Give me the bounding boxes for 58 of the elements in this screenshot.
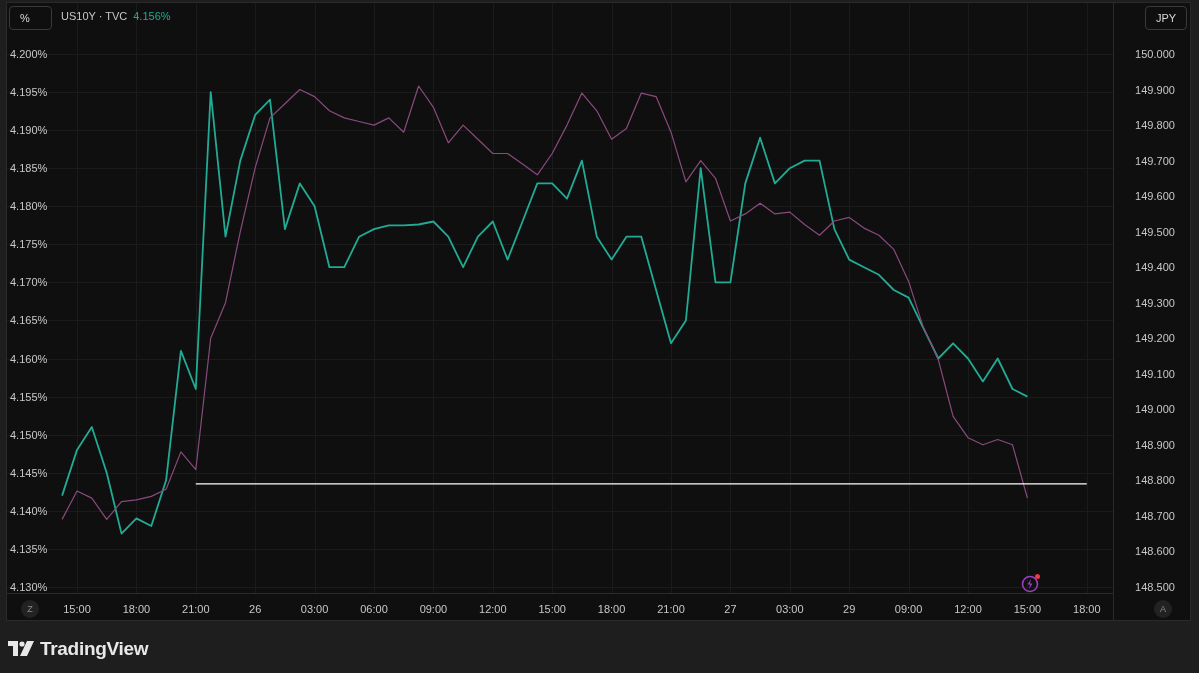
symbol-label: US10Y · TVC xyxy=(61,10,128,22)
lightning-icon[interactable] xyxy=(1021,573,1041,593)
axis-label: 148.500 xyxy=(1135,580,1175,593)
axis-label: 4.200% xyxy=(10,48,48,60)
axis-label: 4.145% xyxy=(10,466,48,479)
axis-label: 03:00 xyxy=(776,603,804,615)
axis-label: 4.175% xyxy=(10,238,48,251)
auto-scale-button[interactable]: A xyxy=(1154,600,1172,618)
axis-label: 148.600 xyxy=(1135,545,1175,558)
axis-label: 149.400 xyxy=(1135,261,1175,274)
axis-label: 4.135% xyxy=(10,542,48,555)
axis-label: 12:00 xyxy=(954,603,982,615)
axis-label: 149.100 xyxy=(1135,367,1175,380)
axis-label: 4.190% xyxy=(10,124,48,137)
axis-label: 149.200 xyxy=(1135,332,1175,345)
axis-label: 4.185% xyxy=(10,162,48,175)
axis-label: 149.300 xyxy=(1135,296,1175,309)
axis-label: 4.195% xyxy=(10,86,48,99)
axis-label: 148.800 xyxy=(1135,474,1175,487)
axis-label: 149.900 xyxy=(1135,83,1175,96)
scale-button[interactable]: % xyxy=(9,6,52,30)
axis-label: 21:00 xyxy=(182,603,210,615)
price-value: 4.156% xyxy=(133,10,171,22)
axis-label: 15:00 xyxy=(538,603,566,615)
axis-label: 4.155% xyxy=(10,390,48,403)
axis-label: 148.700 xyxy=(1135,509,1175,522)
axis-label: 29 xyxy=(843,603,856,615)
axis-label: 03:00 xyxy=(300,603,329,615)
axis-label: 149.500 xyxy=(1135,225,1175,238)
axis-label: 150.000 xyxy=(1135,48,1175,60)
axis-label: 4.180% xyxy=(10,200,48,213)
logo-icon[interactable] xyxy=(8,641,34,657)
axis-label: 149.600 xyxy=(1135,190,1175,203)
axis-label: 15:00 xyxy=(1013,603,1042,615)
axis-label: 09:00 xyxy=(894,603,923,615)
axis-label: 26 xyxy=(249,603,262,615)
axis-label: 4.150% xyxy=(10,428,48,441)
axis-label: 149.000 xyxy=(1135,403,1175,416)
axis-label: 4.170% xyxy=(10,276,48,289)
axis-label: 4.130% xyxy=(10,580,48,593)
axis-label: 18:00 xyxy=(1073,603,1101,615)
axis-label: 06:00 xyxy=(360,603,388,615)
axis-label: 18:00 xyxy=(597,603,626,615)
axis-label: 15:00 xyxy=(63,603,91,615)
axis-label: 21:00 xyxy=(657,603,685,615)
axis-label: 4.165% xyxy=(10,314,48,327)
scale-button[interactable]: JPY xyxy=(1145,6,1187,30)
axis-label: 18:00 xyxy=(122,603,151,615)
brand-name[interactable]: TradingView xyxy=(40,638,149,660)
axis-label: 12:00 xyxy=(479,603,507,615)
axis-label: 27 xyxy=(724,603,737,615)
axis-label: 4.140% xyxy=(10,504,48,517)
zoom-button[interactable]: Z xyxy=(21,600,39,618)
axis-label: 4.160% xyxy=(10,352,48,365)
axis-label: 148.900 xyxy=(1135,438,1175,451)
axis-label: 149.800 xyxy=(1135,119,1175,132)
axis-label: 09:00 xyxy=(419,603,448,615)
axis-label: 149.700 xyxy=(1135,154,1175,167)
